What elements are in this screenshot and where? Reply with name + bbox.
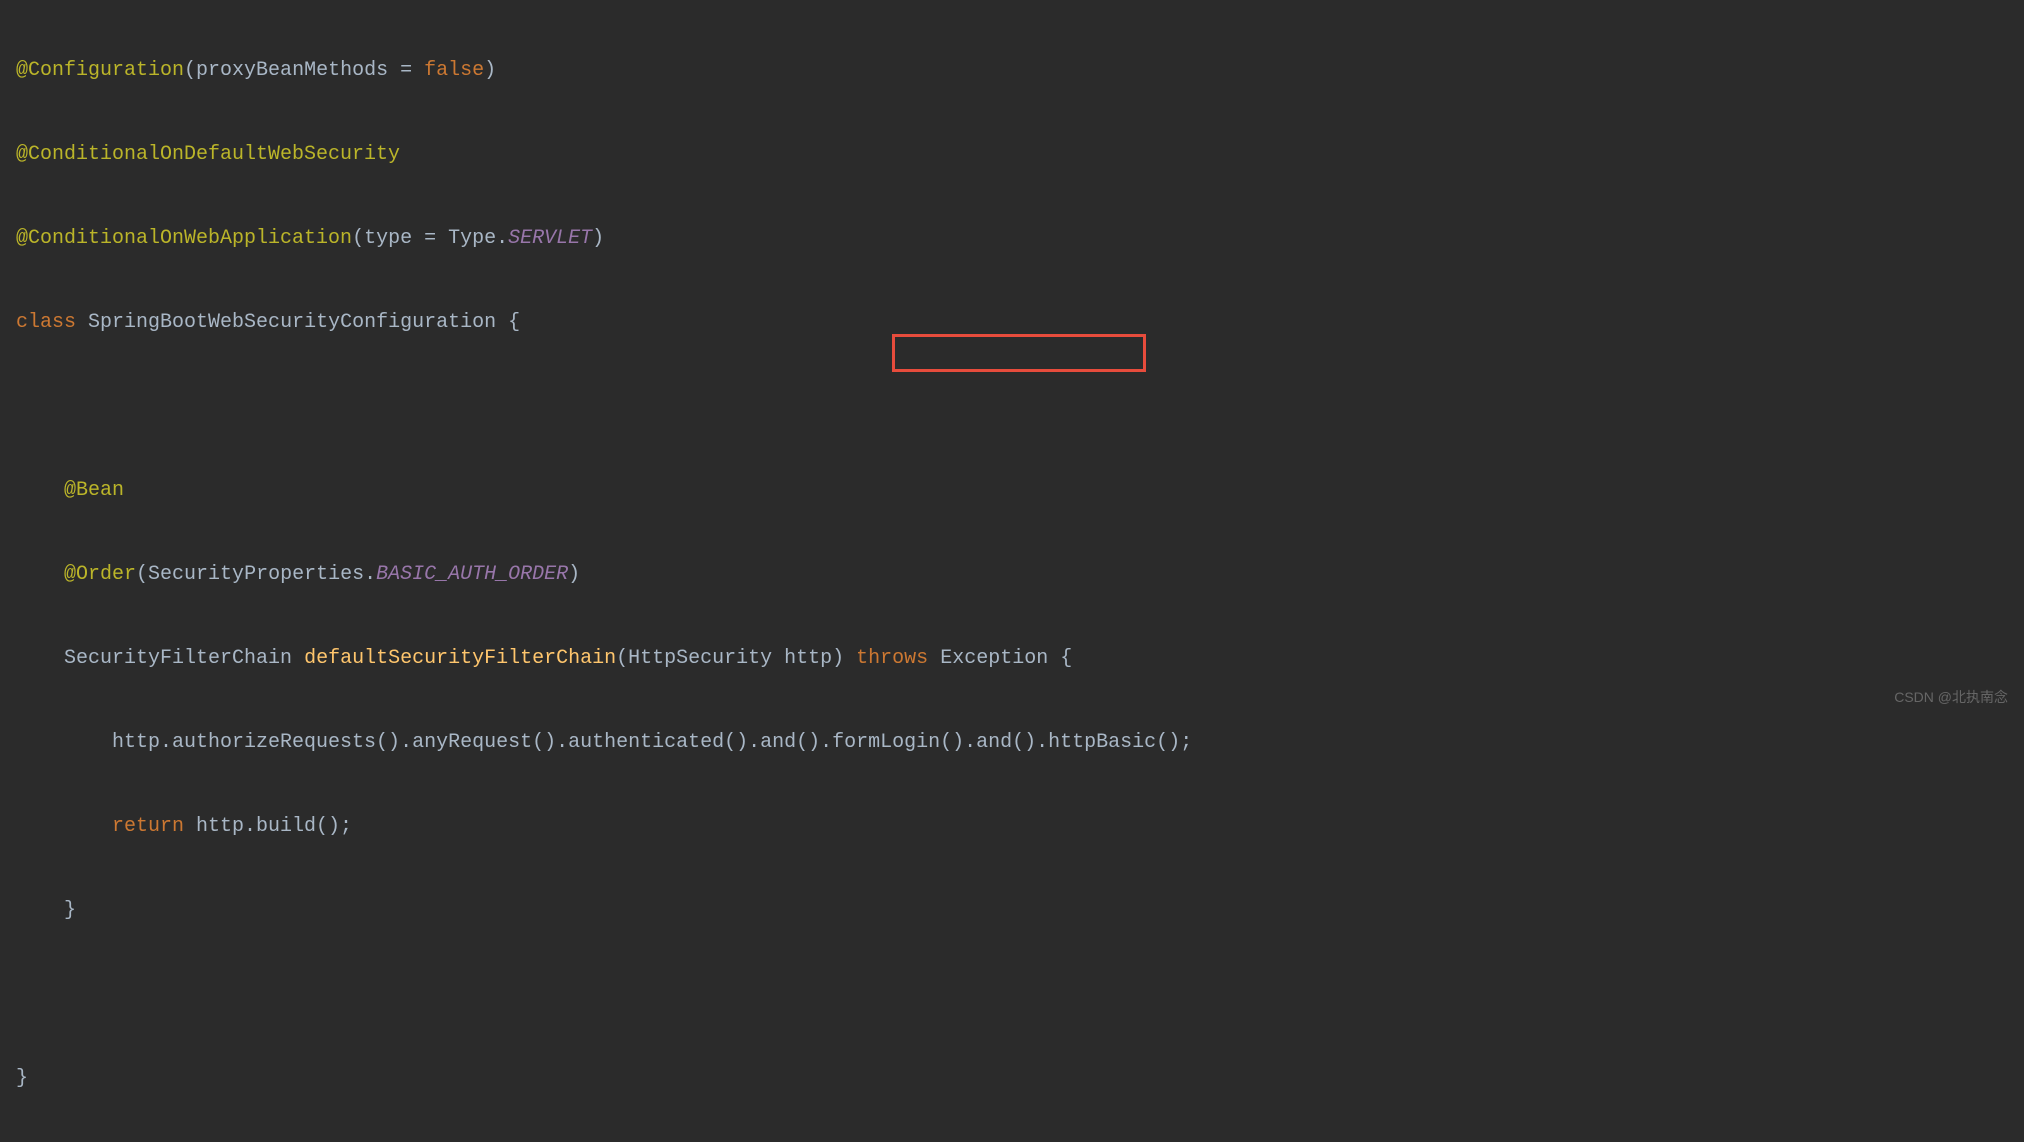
code-line-10: return http.build(); [16,806,2008,848]
annotation: @ConditionalOnWebApplication [16,227,352,250]
keyword-false: false [424,59,484,82]
code-line-2: @ConditionalOnDefaultWebSecurity [16,134,2008,176]
keyword-throws: throws [856,647,928,670]
code-line-9: http.authorizeRequests().anyRequest().au… [16,722,2008,764]
code-line-7: @Order(SecurityProperties.BASIC_AUTH_ORD… [16,554,2008,596]
code-line-13: } [16,1058,2008,1100]
constant: SERVLET [508,227,592,250]
code-line-12-blank [16,974,2008,1016]
paren: ( [184,59,196,82]
paren: ) [484,59,496,82]
annotation: @ConditionalOnDefaultWebSecurity [16,143,400,166]
watermark: CSDN @北执南念 [1894,683,2008,712]
constant: BASIC_AUTH_ORDER [376,563,568,586]
annotation: @Configuration [16,59,184,82]
code-line-3: @ConditionalOnWebApplication(type = Type… [16,218,2008,260]
code-line-1: @Configuration(proxyBeanMethods = false) [16,50,2008,92]
method-name: defaultSecurityFilterChain [304,647,616,670]
paren: ) [592,227,604,250]
keyword-class: class [16,311,76,334]
brace: } [16,1067,28,1090]
statement: http.authorizeRequests().anyRequest().au… [112,731,1192,754]
paren: ) [568,563,580,586]
statement: http.build(); [184,815,352,838]
params: (HttpSecurity http) [616,647,856,670]
param: type = Type. [364,227,508,250]
identifier: SecurityProperties. [148,563,376,586]
code-line-6: @Bean [16,470,2008,512]
code-line-5-blank [16,386,2008,428]
keyword-return: return [112,815,184,838]
code-editor[interactable]: @Configuration(proxyBeanMethods = false)… [16,8,2008,1142]
paren: ( [352,227,364,250]
annotation-bean: @Bean [64,479,124,502]
class-name: SpringBootWebSecurityConfiguration { [88,311,520,334]
code-line-4: class SpringBootWebSecurityConfiguration… [16,302,2008,344]
brace: } [64,899,76,922]
code-line-8: SecurityFilterChain defaultSecurityFilte… [16,638,2008,680]
param: proxyBeanMethods = [196,59,424,82]
code-line-11: } [16,890,2008,932]
annotation-order: @Order [64,563,136,586]
exception: Exception { [928,647,1072,670]
return-type: SecurityFilterChain [64,647,304,670]
paren: ( [136,563,148,586]
